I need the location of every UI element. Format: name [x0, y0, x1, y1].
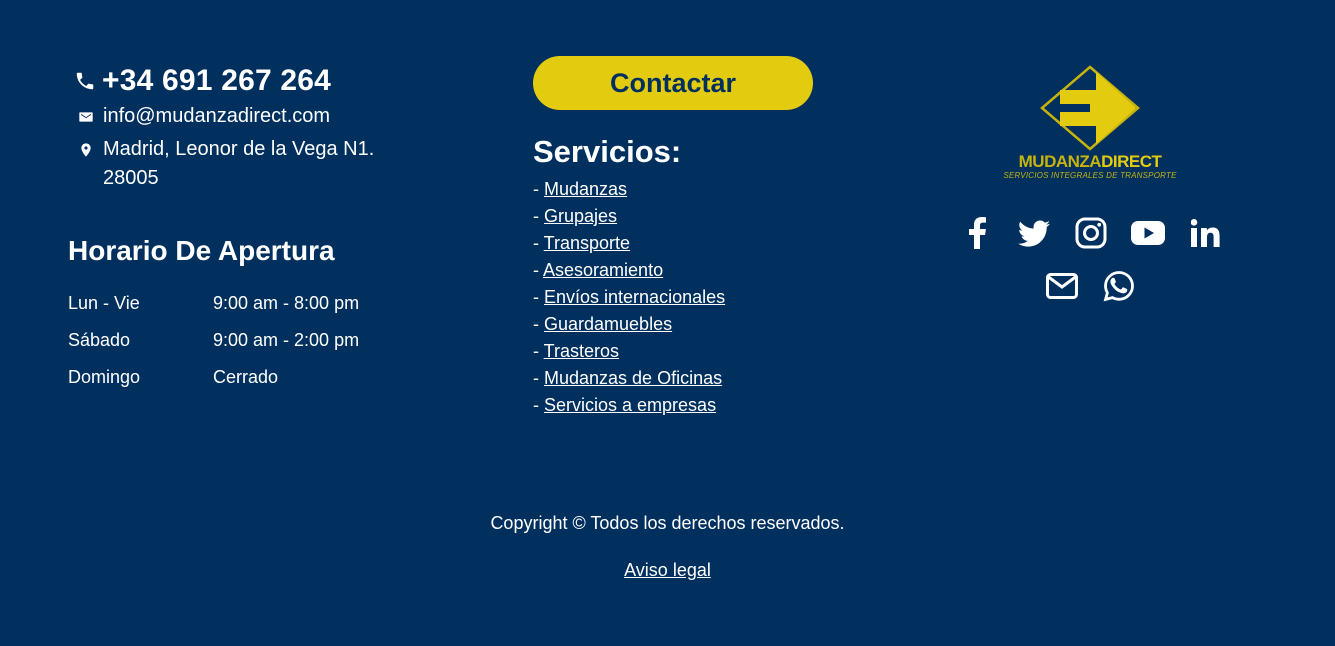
hours-day: Sábado — [68, 330, 131, 350]
list-item: - Servicios a empresas — [533, 392, 853, 419]
email-icon[interactable] — [1045, 269, 1079, 303]
list-bullet: - — [533, 368, 544, 388]
service-link-grupajes[interactable]: Grupajes — [544, 206, 617, 226]
service-link-transporte[interactable]: Transporte — [544, 233, 630, 253]
list-item: - Transporte — [533, 230, 853, 257]
service-link-mudanzas[interactable]: Mudanzas — [544, 179, 627, 199]
hours-day: Lun - Vie — [68, 293, 140, 313]
logo-word-light: MUDANZA — [1018, 152, 1102, 171]
instagram-icon[interactable] — [1074, 216, 1108, 250]
list-bullet: - — [533, 206, 544, 226]
facebook-icon[interactable] — [960, 216, 994, 250]
hours-title: Horario De Apertura — [68, 235, 335, 266]
copyright-text: Copyright © Todos los derechos reservado… — [490, 513, 845, 533]
service-link-guardamuebles[interactable]: Guardamuebles — [544, 314, 672, 334]
hours-day: Domingo — [68, 367, 141, 387]
brand-section: MUDANZADIRECT SERVICIOS INTEGRALES DE TR… — [940, 64, 1240, 302]
list-bullet: - — [533, 260, 544, 280]
logo-word-bold: DIRECT — [1101, 152, 1162, 171]
list-item: - Guardamuebles — [533, 311, 853, 338]
list-item: - Grupajes — [533, 203, 853, 230]
services-section: Contactar Servicios: - Mudanzas - Grupaj… — [533, 56, 853, 419]
social-links-row — [1045, 269, 1159, 303]
hours-time: 9:00 am - 2:00 pm — [213, 330, 360, 350]
whatsapp-icon[interactable] — [1102, 269, 1136, 303]
phone-number[interactable]: +34 691 267 264 — [102, 64, 331, 98]
hours-row: Lun - Vie 9:00 am - 8:00 pm — [68, 285, 428, 322]
list-bullet: - — [533, 233, 544, 253]
social-links-row — [960, 216, 1245, 250]
services-title: Servicios: — [533, 134, 682, 169]
logo-tagline: SERVICIOS INTEGRALES DE TRANSPORTE — [1003, 171, 1177, 180]
company-logo[interactable]: MUDANZADIRECT SERVICIOS INTEGRALES DE TR… — [940, 64, 1240, 184]
site-footer: +34 691 267 264 info@mudanzadirect.com M… — [0, 0, 1335, 646]
hours-table: Lun - Vie 9:00 am - 8:00 pm Sábado 9:00 … — [68, 285, 428, 396]
location-pin-icon — [78, 142, 94, 158]
service-link-servicios-empresas[interactable]: Servicios a empresas — [544, 395, 716, 415]
list-bullet: - — [533, 314, 544, 334]
address-text: Madrid, Leonor de la Vega N1. 28005 — [103, 138, 375, 189]
hours-time: Cerrado — [213, 367, 279, 387]
list-item: - Mudanzas de Oficinas — [533, 365, 853, 392]
contact-button[interactable]: Contactar — [533, 56, 813, 110]
services-list: - Mudanzas - Grupajes - Transporte - Ase… — [533, 176, 853, 419]
service-link-asesoramiento[interactable]: Asesoramiento — [543, 260, 663, 280]
list-item: - Envíos internacionales — [533, 284, 853, 311]
hours-row: Domingo Cerrado — [68, 359, 428, 396]
phone-row[interactable]: +34 691 267 264 — [74, 64, 428, 98]
list-bullet: - — [533, 341, 544, 361]
service-link-trasteros[interactable]: Trasteros — [544, 341, 619, 361]
legal-notice-link[interactable]: Aviso legal — [624, 560, 711, 580]
envelope-icon — [78, 109, 94, 125]
service-link-mudanzas-oficinas[interactable]: Mudanzas de Oficinas — [544, 368, 722, 388]
list-item: - Mudanzas — [533, 176, 853, 203]
linkedin-icon[interactable] — [1188, 216, 1222, 250]
list-item: - Trasteros — [533, 338, 853, 365]
twitter-icon[interactable] — [1017, 216, 1051, 250]
address-row: Madrid, Leonor de la Vega N1. 28005 — [78, 135, 428, 193]
hours-row: Sábado 9:00 am - 2:00 pm — [68, 322, 428, 359]
contact-info: +34 691 267 264 info@mudanzadirect.com M… — [68, 64, 428, 396]
youtube-icon[interactable] — [1131, 216, 1165, 250]
list-bullet: - — [533, 179, 544, 199]
service-link-envios-internacionales[interactable]: Envíos internacionales — [544, 287, 725, 307]
logo-wordmark: MUDANZADIRECT — [940, 152, 1240, 172]
list-bullet: - — [533, 395, 544, 415]
hours-time: 9:00 am - 8:00 pm — [213, 293, 360, 313]
email-address[interactable]: info@mudanzadirect.com — [103, 102, 330, 131]
list-item: - Asesoramiento — [533, 257, 853, 284]
email-row[interactable]: info@mudanzadirect.com — [78, 102, 428, 131]
list-bullet: - — [533, 287, 544, 307]
arrow-logo-icon — [1040, 65, 1140, 151]
phone-icon — [76, 72, 94, 90]
legal-notice: Aviso legal — [0, 560, 1335, 581]
